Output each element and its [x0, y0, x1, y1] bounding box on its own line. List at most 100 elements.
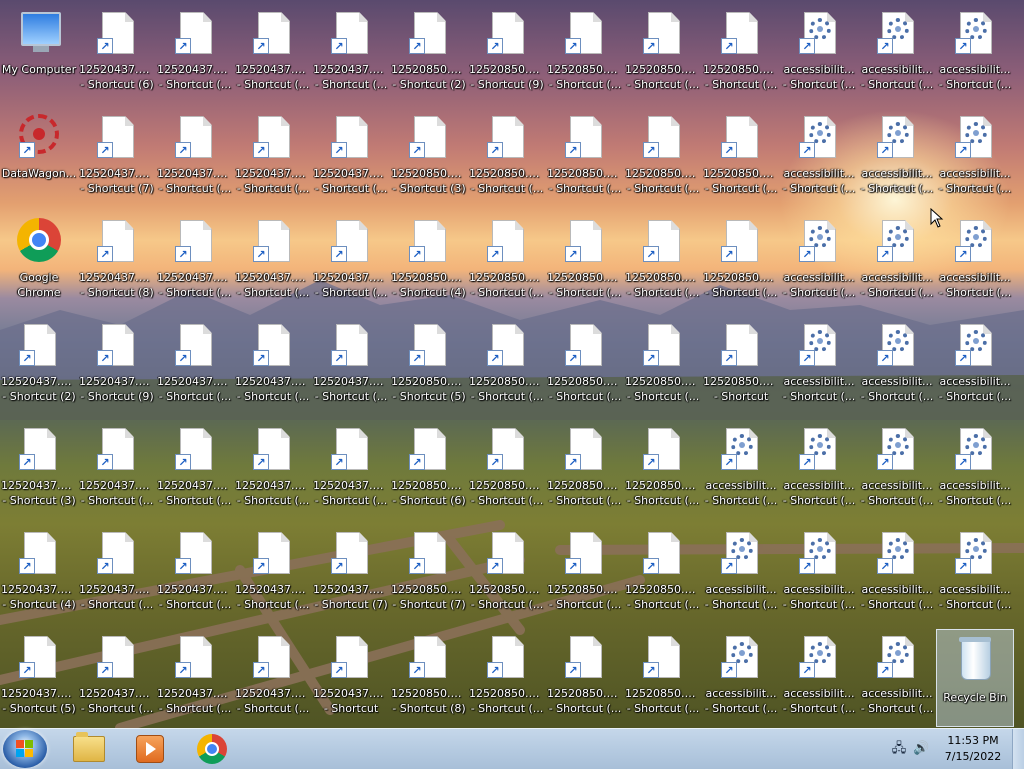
desktop-icon[interactable]: ↗ 12520437.cpx - Shortcut (... [313, 210, 389, 306]
desktop-icon[interactable]: ↗ 12520437.cpx - Shortcut (... [313, 418, 389, 514]
desktop-icon[interactable]: ↗ 12520850.cpx - Shortcut (... [625, 418, 701, 514]
desktop-icon[interactable]: ↗ 12520437.cpx - Shortcut (... [235, 210, 311, 306]
desktop-icon[interactable]: ↗ 12520437.cpx - Shortcut (... [157, 210, 233, 306]
network-icon[interactable]: 🖧 [891, 741, 907, 757]
desktop-icon[interactable]: ↗ 12520850.cpx - Shortcut (... [703, 106, 779, 202]
desktop-icon[interactable]: ↗ accessibilit... - Shortcut (... [703, 522, 779, 618]
desktop-icon[interactable]: ↗ 12520437.cpx - Shortcut (7) [313, 522, 389, 618]
desktop-icon[interactable]: ↗ 12520850.cpx - Shortcut (2) [391, 2, 467, 98]
desktop-icon[interactable]: ↗ 12520437.cpx - Shortcut (... [157, 2, 233, 98]
desktop-icon[interactable]: ↗ accessibilit... - Shortcut (... [937, 106, 1013, 202]
desktop-icon[interactable]: ↗ accessibilit... - Shortcut (... [703, 626, 779, 722]
desktop-icon[interactable]: ↗ accessibilit... - Shortcut (... [859, 626, 935, 722]
desktop-icon[interactable]: ↗ accessibilit... - Shortcut (... [859, 418, 935, 514]
desktop-icon[interactable]: ↗ 12520437.cpx - Shortcut (... [79, 418, 155, 514]
desktop-icon[interactable]: ↗ 12520850.cpx - Shortcut (... [625, 106, 701, 202]
show-desktop-button[interactable] [1012, 729, 1024, 769]
desktop-icon[interactable]: ↗ 12520437.cpx - Shortcut (... [157, 106, 233, 202]
desktop-icon[interactable]: ↗ 12520437.cpx - Shortcut (... [235, 2, 311, 98]
desktop-icon[interactable]: ↗ 12520850.cpx - Shortcut (... [469, 522, 545, 618]
desktop-icon[interactable]: ↗ 12520850.cpx - Shortcut (... [547, 522, 623, 618]
taskbar-google-chrome[interactable] [183, 731, 241, 767]
desktop-icon[interactable]: ↗ 12520437.cpx - Shortcut (... [157, 314, 233, 410]
desktop-icon[interactable]: ↗ accessibilit... - Shortcut (... [781, 210, 857, 306]
desktop-icon[interactable]: ↗ 12520437.cpx - Shortcut (... [235, 106, 311, 202]
volume-icon[interactable]: 🔊 [913, 741, 929, 757]
desktop-icon[interactable]: ↗ accessibilit... - Shortcut (... [937, 2, 1013, 98]
desktop-icon[interactable]: ↗ 12520850.cpx - Shortcut (... [469, 210, 545, 306]
desktop-icon[interactable]: ↗ 12520850.cpx - Shortcut (... [625, 314, 701, 410]
desktop-icon[interactable]: ↗ 12520850.cpx - Shortcut (5) [391, 314, 467, 410]
desktop-icon[interactable]: ↗ 12520437.cpx - Shortcut (... [235, 418, 311, 514]
desktop-icon[interactable]: ↗ 12520850.cpx - Shortcut (9) [469, 2, 545, 98]
desktop-icon[interactable]: ↗ accessibilit... - Shortcut (... [937, 418, 1013, 514]
desktop-icon[interactable]: ↗ 12520437.cpx - Shortcut (... [235, 626, 311, 722]
desktop-icon[interactable]: ↗ accessibilit... - Shortcut (... [859, 314, 935, 410]
desktop-icon[interactable]: ↗ accessibilit... - Shortcut (... [703, 418, 779, 514]
desktop-icon[interactable]: ↗ accessibilit... - Shortcut (... [859, 522, 935, 618]
desktop-icon[interactable]: ↗ 12520437.cpx - Shortcut (... [235, 522, 311, 618]
desktop-icon[interactable]: ↗ 12520437.cpx - Shortcut (2) [1, 314, 77, 410]
desktop-icon[interactable]: ↗ 12520437.cpx - Shortcut (... [313, 314, 389, 410]
desktop-icon[interactable]: ↗ 12520850.cpx - Shortcut [703, 314, 779, 410]
desktop-icon[interactable]: ↗ accessibilit... - Shortcut (... [781, 626, 857, 722]
desktop-icon[interactable]: ↗ accessibilit... - Shortcut (... [859, 2, 935, 98]
desktop-icon[interactable]: ↗ 12520850.cpx - Shortcut (6) [391, 418, 467, 514]
desktop-icon[interactable]: ↗ 12520850.cpx - Shortcut (... [469, 314, 545, 410]
start-button[interactable] [3, 730, 47, 768]
desktop-icon[interactable]: ↗ 12520437.cpx - Shortcut (5) [1, 626, 77, 722]
desktop-icon[interactable]: ↗ 12520437.cpx - Shortcut (... [313, 106, 389, 202]
desktop-icon[interactable]: ↗ 12520437.cpx - Shortcut (... [157, 626, 233, 722]
desktop-icon[interactable]: My Computer [1, 2, 77, 98]
taskbar-windows-explorer[interactable] [60, 731, 118, 767]
desktop-icon[interactable]: ↗ 12520850.cpx - Shortcut (... [547, 210, 623, 306]
desktop-icon[interactable]: ↗ accessibilit... - Shortcut (... [781, 106, 857, 202]
desktop-icon[interactable]: ↗ 12520437.cpx - Shortcut (7) [79, 106, 155, 202]
desktop-icon[interactable]: ↗ accessibilit... - Shortcut (... [781, 314, 857, 410]
desktop-icon[interactable]: ↗ 12520850.cpx - Shortcut (... [469, 106, 545, 202]
desktop-icon[interactable]: ↗ accessibilit... - Shortcut (... [937, 522, 1013, 618]
desktop-icon[interactable]: ↗ accessibilit... - Shortcut (... [781, 2, 857, 98]
desktop-icon[interactable]: ↗ 12520437.cpx - Shortcut (... [79, 626, 155, 722]
desktop-icon[interactable]: ↗ 12520437.cpx - Shortcut (9) [79, 314, 155, 410]
desktop-icon[interactable]: ↗ 12520437.cpx - Shortcut (... [157, 522, 233, 618]
desktop-icon[interactable]: ↗ 12520850.cpx - Shortcut (... [703, 210, 779, 306]
desktop-icon[interactable]: ↗ 12520437.cpx - Shortcut (4) [1, 522, 77, 618]
desktop-icon[interactable]: ↗ accessibilit... - Shortcut (... [859, 210, 935, 306]
desktop-icon[interactable]: ↗ 12520437.cpx - Shortcut (... [313, 2, 389, 98]
desktop-icon[interactable]: ↗ 12520850.cpx - Shortcut (... [625, 626, 701, 722]
desktop-icon[interactable]: ↗ 12520850.cpx - Shortcut (... [625, 210, 701, 306]
desktop-icon[interactable]: ↗ accessibilit... - Shortcut (... [937, 314, 1013, 410]
desktop-icon[interactable]: ↗ 12520437.cpx - Shortcut (... [157, 418, 233, 514]
desktop-icon[interactable]: ↗ 12520437.cpx - Shortcut (... [79, 522, 155, 618]
desktop-icon[interactable]: ↗ 12520850.cpx - Shortcut (... [469, 418, 545, 514]
desktop-icon[interactable]: Recycle Bin [936, 629, 1014, 727]
desktop-icon[interactable]: ↗ 12520850.cpx - Shortcut (... [625, 522, 701, 618]
desktop-icon[interactable]: ↗ 12520850.cpx - Shortcut (... [547, 106, 623, 202]
desktop-icon[interactable]: ↗ 12520437.cpx - Shortcut (8) [79, 210, 155, 306]
desktop-icon[interactable]: ↗ 12520850.cpx - Shortcut (... [703, 2, 779, 98]
desktop[interactable]: My Computer ↗ 12520437.cpx - Shortcut (6) ↗ 1… [0, 0, 1024, 728]
desktop-icon[interactable]: ↗ 12520850.cpx - Shortcut (7) [391, 522, 467, 618]
clock[interactable]: 11:53 PM 7/15/2022 [938, 733, 1008, 765]
desktop-icon[interactable]: ↗ 12520850.cpx - Shortcut (3) [391, 106, 467, 202]
desktop-icon[interactable]: ↗ accessibilit... - Shortcut (... [937, 210, 1013, 306]
desktop-icon[interactable]: ↗ accessibilit... - Shortcut (... [859, 106, 935, 202]
taskbar-media-player[interactable] [121, 731, 179, 767]
desktop-icon[interactable]: ↗ 12520850.cpx - Shortcut (8) [391, 626, 467, 722]
desktop-icon[interactable]: ↗ 12520850.cpx - Shortcut (... [469, 626, 545, 722]
desktop-icon[interactable]: ↗ 12520850.cpx - Shortcut (... [547, 418, 623, 514]
desktop-icon[interactable]: ↗ 12520850.cpx - Shortcut (... [547, 314, 623, 410]
desktop-icon[interactable]: Google Chrome [1, 210, 77, 306]
desktop-icon[interactable]: ↗ 12520437.cpx - Shortcut (6) [79, 2, 155, 98]
desktop-icon[interactable]: ↗ accessibilit... - Shortcut (... [781, 418, 857, 514]
desktop-icon[interactable]: ↗ 12520437.cpx - Shortcut (3) [1, 418, 77, 514]
desktop-icon[interactable]: ↗ accessibilit... - Shortcut (... [781, 522, 857, 618]
desktop-icon[interactable]: ↗ 12520850.cpx - Shortcut (4) [391, 210, 467, 306]
desktop-icon[interactable]: ↗ 12520437.cpx - Shortcut (... [235, 314, 311, 410]
desktop-icon[interactable]: ↗ 12520850.cpx - Shortcut (... [625, 2, 701, 98]
desktop-icon[interactable]: ↗ 12520850.cpx - Shortcut (... [547, 626, 623, 722]
desktop-icon[interactable]: ↗ 12520437.cpx - Shortcut [313, 626, 389, 722]
desktop-icon[interactable]: ↗ DataWagon... [1, 106, 77, 202]
desktop-icon[interactable]: ↗ 12520850.cpx - Shortcut (... [547, 2, 623, 98]
